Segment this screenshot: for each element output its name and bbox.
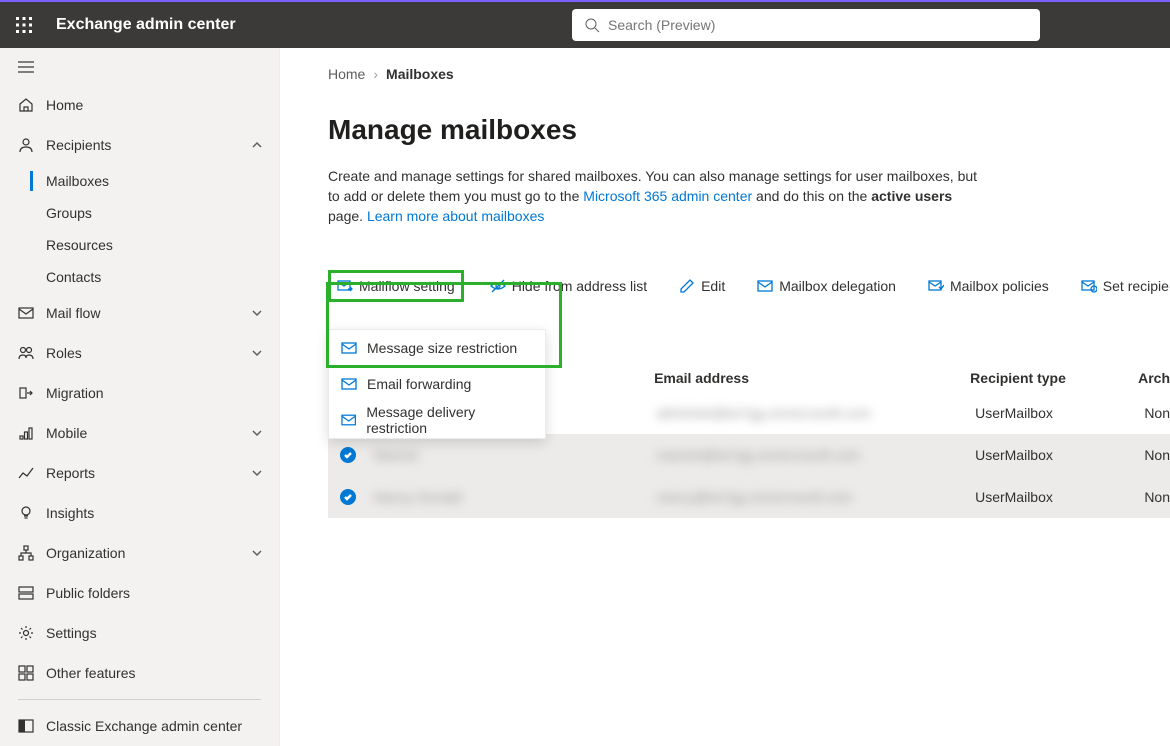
classic-icon (18, 718, 46, 734)
grid-icon (18, 665, 46, 681)
nav-roles[interactable]: Roles (0, 333, 279, 373)
migration-icon (18, 385, 46, 401)
link-m365-admin[interactable]: Microsoft 365 admin center (583, 188, 752, 204)
nav-mailboxes[interactable]: Mailboxes (0, 165, 279, 197)
col-header-arch[interactable]: Arch (1138, 370, 1170, 386)
nav-resources[interactable]: Resources (0, 229, 279, 261)
page-description: Create and manage settings for shared ma… (328, 166, 978, 226)
cell-email: abhishek@tw7gg.onmicrosoft.com (657, 405, 976, 421)
cell-arch: Non (1144, 489, 1170, 505)
cell-type: UserMailbox (975, 489, 1144, 505)
cell-email: manish@tw7gg.onmicrosoft.com (657, 447, 976, 463)
search-box[interactable] (572, 9, 1040, 41)
breadcrumb-home[interactable]: Home (328, 66, 365, 82)
nav-reports[interactable]: Reports (0, 453, 279, 493)
cell-name: Manish (368, 447, 657, 463)
sidebar: Home Recipients Mailboxes Groups Resourc… (0, 48, 280, 746)
delegation-icon (757, 278, 773, 294)
nav-home[interactable]: Home (0, 85, 279, 125)
dropdown-message-delivery-restriction[interactable]: Message delivery restriction (329, 402, 545, 438)
search-wrap (572, 9, 1040, 41)
nav-contacts[interactable]: Contacts (0, 261, 279, 293)
mobile-icon (18, 425, 46, 441)
nav-other-features[interactable]: Other features (0, 653, 279, 693)
col-header-email[interactable]: Email address (654, 370, 970, 386)
cell-type: UserMailbox (975, 447, 1144, 463)
page-title: Manage mailboxes (328, 114, 1170, 146)
mail-icon (341, 412, 356, 428)
home-icon (18, 97, 46, 113)
nav-classic-eac[interactable]: Classic Exchange admin center (0, 706, 279, 746)
nav-public-folders[interactable]: Public folders (0, 573, 279, 613)
reports-icon (18, 465, 46, 481)
policies-icon (928, 278, 944, 294)
nav-divider (18, 699, 261, 700)
edit-button[interactable]: Edit (673, 270, 731, 302)
dropdown-message-size-restriction[interactable]: Message size restriction (329, 330, 545, 366)
hide-icon (490, 278, 506, 294)
breadcrumb-separator-icon: › (373, 66, 378, 82)
nav-insights[interactable]: Insights (0, 493, 279, 533)
nav-recipients[interactable]: Recipients (0, 125, 279, 165)
limit-icon (1081, 278, 1097, 294)
mail-icon (341, 376, 357, 392)
table-row[interactable]: Manish manish@tw7gg.onmicrosoft.com User… (328, 434, 1170, 476)
dropdown-email-forwarding[interactable]: Email forwarding (329, 366, 545, 402)
mailflow-dropdown: Message size restriction Email forwardin… (328, 329, 546, 439)
pencil-icon (679, 278, 695, 294)
gear-icon (18, 625, 46, 641)
nav-migration[interactable]: Migration (0, 373, 279, 413)
search-icon (584, 17, 600, 33)
topbar: Exchange admin center (0, 0, 1170, 48)
chevron-down-icon (249, 308, 265, 318)
chevron-down-icon (249, 348, 265, 358)
nav-organization[interactable]: Organization (0, 533, 279, 573)
toolbar: Mailflow setting Hide from address list … (328, 270, 1170, 302)
nav-settings[interactable]: Settings (0, 613, 279, 653)
set-recipient-limit-button[interactable]: Set recipient limit (1075, 270, 1170, 302)
cell-name: Nancy Donald (368, 489, 657, 505)
chevron-up-icon (249, 140, 265, 150)
link-learn-more[interactable]: Learn more about mailboxes (367, 208, 544, 224)
search-input[interactable] (608, 17, 1028, 33)
nav-mailflow[interactable]: Mail flow (0, 293, 279, 333)
hide-from-address-list-button[interactable]: Hide from address list (484, 270, 653, 302)
nav-mobile[interactable]: Mobile (0, 413, 279, 453)
sidebar-toggle[interactable] (0, 48, 279, 85)
app-launcher-icon[interactable] (0, 1, 48, 49)
cell-arch: Non (1144, 447, 1170, 463)
org-icon (18, 545, 46, 561)
chevron-down-icon (249, 428, 265, 438)
mailbox-delegation-button[interactable]: Mailbox delegation (751, 270, 902, 302)
table-row[interactable]: Nancy Donald nancy@tw7gg.onmicrosoft.com… (328, 476, 1170, 518)
chevron-down-icon (249, 468, 265, 478)
mail-icon (18, 305, 46, 321)
breadcrumb: Home › Mailboxes (328, 48, 1170, 90)
checked-icon[interactable] (340, 447, 356, 463)
bulb-icon (18, 505, 46, 521)
person-icon (18, 137, 46, 153)
roles-icon (18, 345, 46, 361)
app-title: Exchange admin center (56, 16, 236, 34)
folder-icon (18, 585, 46, 601)
cell-type: UserMailbox (975, 405, 1144, 421)
chevron-down-icon (249, 548, 265, 558)
breadcrumb-current: Mailboxes (386, 66, 454, 82)
col-header-type[interactable]: Recipient type (970, 370, 1138, 386)
checked-icon[interactable] (340, 489, 356, 505)
mailflow-setting-button[interactable]: Mailflow setting (328, 270, 464, 302)
cell-arch: Non (1144, 405, 1170, 421)
cell-email: nancy@tw7gg.onmicrosoft.com (657, 489, 976, 505)
mailflow-icon (337, 278, 353, 294)
mail-icon (341, 340, 357, 356)
mailbox-policies-button[interactable]: Mailbox policies (922, 270, 1055, 302)
nav-groups[interactable]: Groups (0, 197, 279, 229)
